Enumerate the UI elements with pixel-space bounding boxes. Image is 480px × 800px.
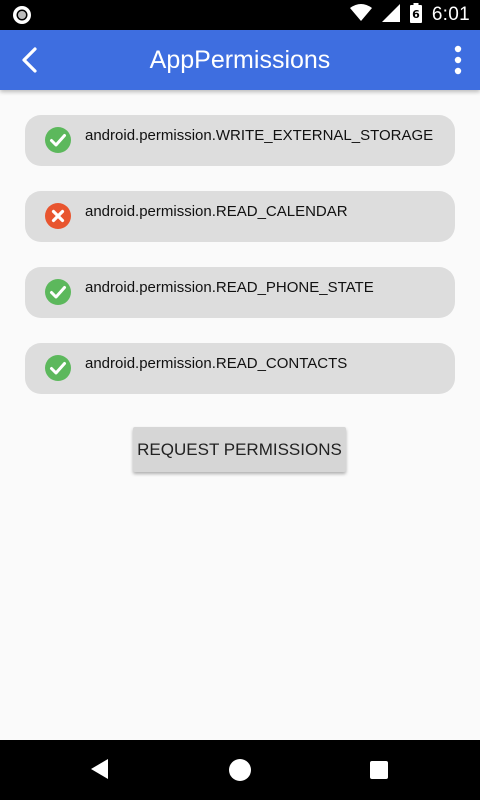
permission-name: android.permission.READ_CONTACTS	[85, 355, 348, 372]
status-bar: 6 6:01	[0, 0, 480, 30]
permission-item-read-phone-state: android.permission.READ_PHONE_STATE	[25, 267, 455, 318]
status-clock: 6:01	[431, 4, 470, 25]
wifi-icon	[349, 3, 372, 27]
notification-icon	[12, 5, 32, 25]
battery-level: 6	[412, 8, 420, 21]
permission-name: android.permission.READ_PHONE_STATE	[85, 279, 374, 296]
check-circle-icon	[45, 355, 71, 381]
nav-recents-button[interactable]	[370, 761, 388, 779]
permission-item-write-external-storage: android.permission.WRITE_EXTERNAL_STORAG…	[25, 115, 455, 166]
chevron-left-icon	[22, 47, 37, 73]
system-navigation-bar	[0, 740, 480, 800]
more-vert-icon	[454, 45, 462, 75]
permission-item-read-contacts: android.permission.READ_CONTACTS	[25, 343, 455, 394]
check-circle-icon	[45, 127, 71, 153]
cancel-circle-icon	[45, 203, 71, 229]
permission-name: android.permission.READ_CALENDAR	[85, 203, 348, 220]
triangle-back-icon	[91, 759, 108, 779]
back-button[interactable]	[14, 44, 46, 76]
permission-list: android.permission.WRITE_EXTERNAL_STORAG…	[25, 115, 455, 419]
app-title: AppPermissions	[149, 45, 331, 74]
nav-home-button[interactable]	[229, 759, 251, 781]
overflow-menu-button[interactable]	[450, 44, 466, 76]
cellular-signal-icon	[381, 3, 400, 27]
request-permissions-button[interactable]: REQUEST PERMISSIONS	[133, 427, 346, 472]
check-circle-icon	[45, 279, 71, 305]
nav-back-button[interactable]	[90, 758, 110, 785]
app-bar: AppPermissions	[0, 30, 480, 90]
battery-icon: 6	[409, 2, 422, 28]
permission-name: android.permission.WRITE_EXTERNAL_STORAG…	[85, 127, 434, 144]
permission-item-read-calendar: android.permission.READ_CALENDAR	[25, 191, 455, 242]
